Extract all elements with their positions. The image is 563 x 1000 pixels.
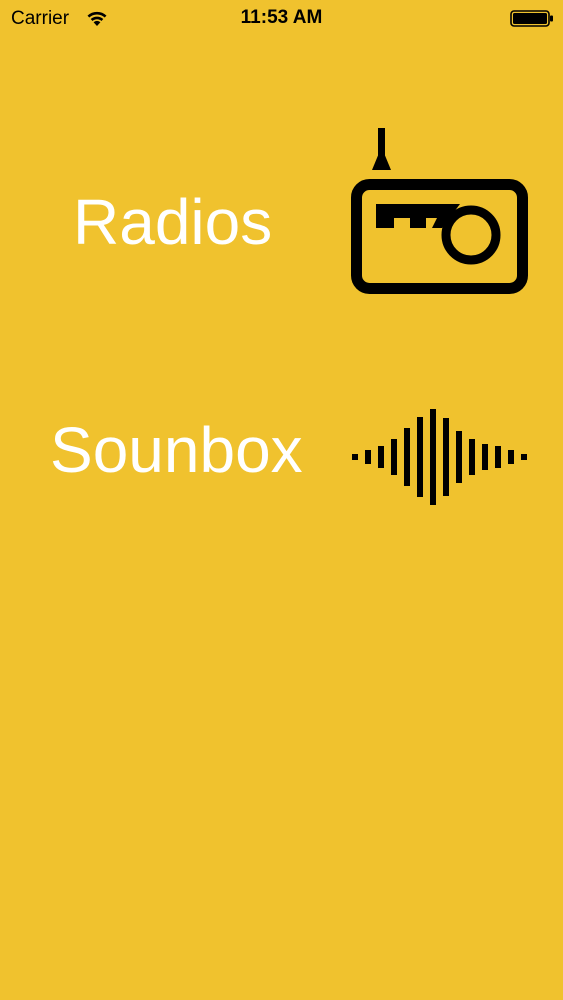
menu-item-label: Sounbox — [50, 414, 303, 486]
menu-item-radios[interactable]: Radios — [0, 125, 563, 300]
radio-icon — [351, 128, 528, 294]
status-time: 11:53 AM — [240, 7, 323, 28]
battery-icon — [510, 10, 553, 27]
status-bar: Carrier 11:53 AM — [0, 0, 563, 40]
soundwave-icon — [352, 409, 527, 505]
menu-item-label: Radios — [73, 186, 273, 258]
menu-item-soundbox[interactable]: Sounbox — [0, 405, 563, 510]
